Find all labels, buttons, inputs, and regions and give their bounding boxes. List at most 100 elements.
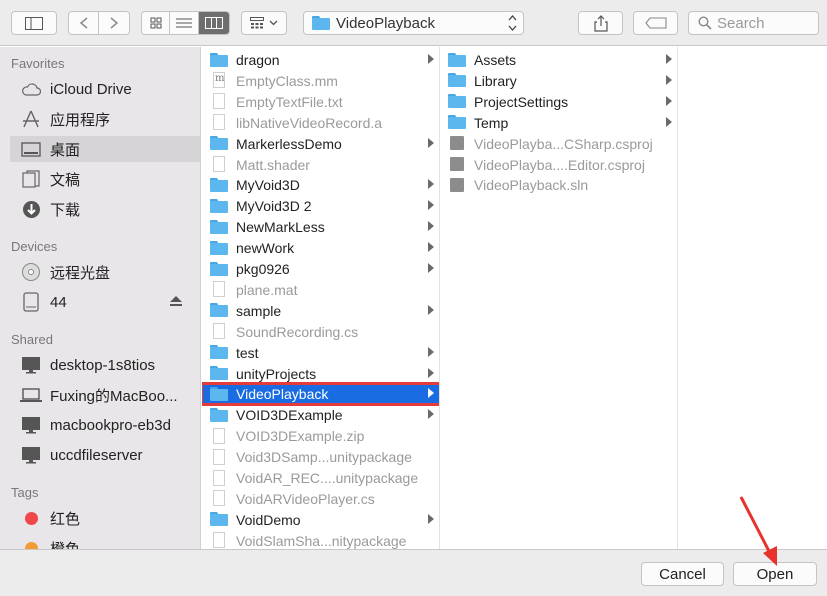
sidebar-item-fuxing-macbook[interactable]: Fuxing的MacBoo... bbox=[20, 382, 196, 408]
document-icon bbox=[213, 532, 225, 549]
file-row[interactable]: VoidSlamSha...nitypackage bbox=[202, 531, 439, 549]
folder-row[interactable]: ProjectSettings bbox=[440, 92, 677, 112]
item-label: MarkerlessDemo bbox=[236, 135, 342, 152]
disclosure-chevron-icon bbox=[428, 367, 434, 378]
forward-button[interactable] bbox=[99, 12, 129, 34]
folder-row[interactable]: Library bbox=[440, 71, 677, 91]
sidebar-item-uccdfileserver[interactable]: uccdfileserver bbox=[20, 442, 196, 468]
sidebar-item-drive-44[interactable]: 44 bbox=[20, 289, 196, 315]
file-row[interactable]: EmptyTextFile.txt bbox=[202, 92, 439, 112]
open-button[interactable]: Open bbox=[733, 562, 817, 586]
item-label: EmptyTextFile.txt bbox=[236, 93, 343, 110]
folder-icon bbox=[210, 303, 228, 318]
folder-row[interactable]: MyVoid3D 2 bbox=[202, 196, 439, 216]
disclosure-chevron-icon bbox=[666, 74, 672, 85]
file-row[interactable]: libNativeVideoRecord.a bbox=[202, 113, 439, 133]
item-label: VideoPlayba....Editor.csproj bbox=[474, 156, 645, 173]
grid-icon bbox=[150, 17, 162, 29]
search-placeholder: Search bbox=[717, 14, 765, 32]
item-label: VoidARVideoPlayer.cs bbox=[236, 490, 375, 507]
file-row[interactable]: VoidAR_REC....unitypackage bbox=[202, 468, 439, 488]
file-row[interactable]: Matt.shader bbox=[202, 155, 439, 175]
documents-icon bbox=[20, 169, 42, 189]
item-label: dragon bbox=[236, 52, 280, 68]
sidebar-item-desktop-1s8tios[interactable]: desktop-1s8tios bbox=[20, 352, 196, 378]
sidebar-item-applications[interactable]: 应用程序 bbox=[20, 106, 196, 132]
sidebar-item-macbookpro-eb3d[interactable]: macbookpro-eb3d bbox=[20, 412, 196, 438]
document-icon bbox=[213, 427, 225, 444]
folder-row[interactable]: test bbox=[202, 343, 439, 363]
sidebar-item-remote-disc[interactable]: 远程光盘 bbox=[20, 259, 196, 285]
folder-row[interactable]: pkg0926 bbox=[202, 259, 439, 279]
folder-row[interactable]: newWork bbox=[202, 238, 439, 258]
file-row[interactable]: SoundRecording.cs bbox=[202, 322, 439, 342]
file-row[interactable]: VideoPlayback.sln bbox=[440, 175, 677, 195]
folder-row[interactable]: NewMarkLess bbox=[202, 217, 439, 237]
sidebar-toggle-button[interactable] bbox=[11, 11, 57, 35]
item-label: VideoPlayba...CSharp.csproj bbox=[474, 135, 653, 152]
monitor-icon bbox=[20, 415, 42, 435]
file-row[interactable]: EmptyClass.mm bbox=[202, 71, 439, 91]
eject-icon[interactable] bbox=[170, 295, 182, 309]
file-row[interactable]: plane.mat bbox=[202, 280, 439, 300]
document-icon bbox=[213, 323, 225, 340]
path-popup[interactable]: VideoPlayback bbox=[303, 11, 524, 35]
folder-row[interactable]: dragon bbox=[202, 50, 439, 70]
folder-row[interactable]: Assets bbox=[440, 50, 677, 70]
folder-row[interactable]: sample bbox=[202, 301, 439, 321]
item-label: VoidDemo bbox=[236, 511, 301, 528]
icon-view-button[interactable] bbox=[142, 12, 171, 34]
folder-row[interactable]: VoidDemo bbox=[202, 510, 439, 530]
search-field[interactable]: Search bbox=[688, 11, 819, 35]
browser-column-2[interactable]: Assets Library ProjectSettings Temp VideoPla… bbox=[440, 47, 678, 549]
folder-row[interactable]: MyVoid3D bbox=[202, 175, 439, 195]
item-label: newWork bbox=[236, 240, 295, 257]
list-view-button[interactable] bbox=[170, 12, 199, 34]
folder-icon bbox=[312, 16, 330, 30]
sidebar-item-desktop[interactable]: 桌面 bbox=[10, 136, 200, 162]
column-view-button[interactable] bbox=[198, 12, 229, 34]
share-button[interactable] bbox=[578, 11, 623, 35]
disclosure-chevron-icon bbox=[428, 242, 434, 253]
document-icon bbox=[213, 490, 225, 507]
sidebar-item-tag-red[interactable]: 红色 bbox=[20, 505, 196, 531]
back-button[interactable] bbox=[69, 12, 100, 34]
disclosure-chevron-icon bbox=[428, 346, 434, 357]
toolbar: VideoPlayback Search bbox=[0, 0, 827, 46]
file-row[interactable]: VideoPlayba....Editor.csproj bbox=[440, 155, 677, 175]
document-icon bbox=[213, 156, 225, 172]
sidebar-item-tag-orange[interactable]: 橙色 bbox=[20, 535, 196, 549]
sidebar-item-icloud-drive[interactable]: iCloud Drive bbox=[20, 76, 196, 102]
document-icon bbox=[213, 448, 225, 465]
folder-row[interactable]: VOID3DExample bbox=[202, 405, 439, 425]
sidebar-item-downloads[interactable]: 下载 bbox=[20, 196, 196, 222]
folder-row[interactable]: unityProjects bbox=[202, 364, 439, 384]
drive-icon bbox=[20, 292, 42, 312]
monitor-icon bbox=[20, 355, 42, 375]
sidebar-section-devices: Devices bbox=[11, 239, 58, 254]
folder-row[interactable]: MarkerlessDemo bbox=[202, 134, 439, 154]
view-mode-group bbox=[141, 11, 230, 35]
folder-row[interactable]: Temp bbox=[440, 113, 677, 133]
file-row[interactable]: Void3DSamp...unitypackage bbox=[202, 447, 439, 467]
tag-icon bbox=[644, 17, 667, 29]
file-row[interactable]: VoidARVideoPlayer.cs bbox=[202, 489, 439, 509]
item-label: MyVoid3D bbox=[236, 177, 300, 194]
document-icon bbox=[213, 281, 225, 298]
item-label: Library bbox=[474, 72, 517, 89]
folder-row[interactable]: VideoPlayback bbox=[202, 382, 439, 407]
tags-button[interactable] bbox=[633, 11, 678, 35]
item-label: pkg0926 bbox=[236, 261, 290, 277]
file-row[interactable]: VOID3DExample.zip bbox=[202, 426, 439, 446]
cancel-button[interactable]: Cancel bbox=[641, 562, 724, 586]
browser-column-3[interactable] bbox=[678, 47, 827, 549]
folder-icon bbox=[448, 52, 466, 67]
disclosure-chevron-icon bbox=[428, 137, 434, 148]
item-label: Void3DSamp...unitypackage bbox=[236, 449, 412, 466]
sidebar-item-documents[interactable]: 文稿 bbox=[20, 166, 196, 192]
file-row[interactable]: VideoPlayba...CSharp.csproj bbox=[440, 134, 677, 154]
disclosure-chevron-icon bbox=[428, 304, 434, 315]
browser-column-1[interactable]: dragon EmptyClass.mm EmptyTextFile.txt libN… bbox=[202, 47, 440, 549]
arrange-button[interactable] bbox=[241, 11, 287, 35]
folder-icon bbox=[210, 407, 228, 422]
